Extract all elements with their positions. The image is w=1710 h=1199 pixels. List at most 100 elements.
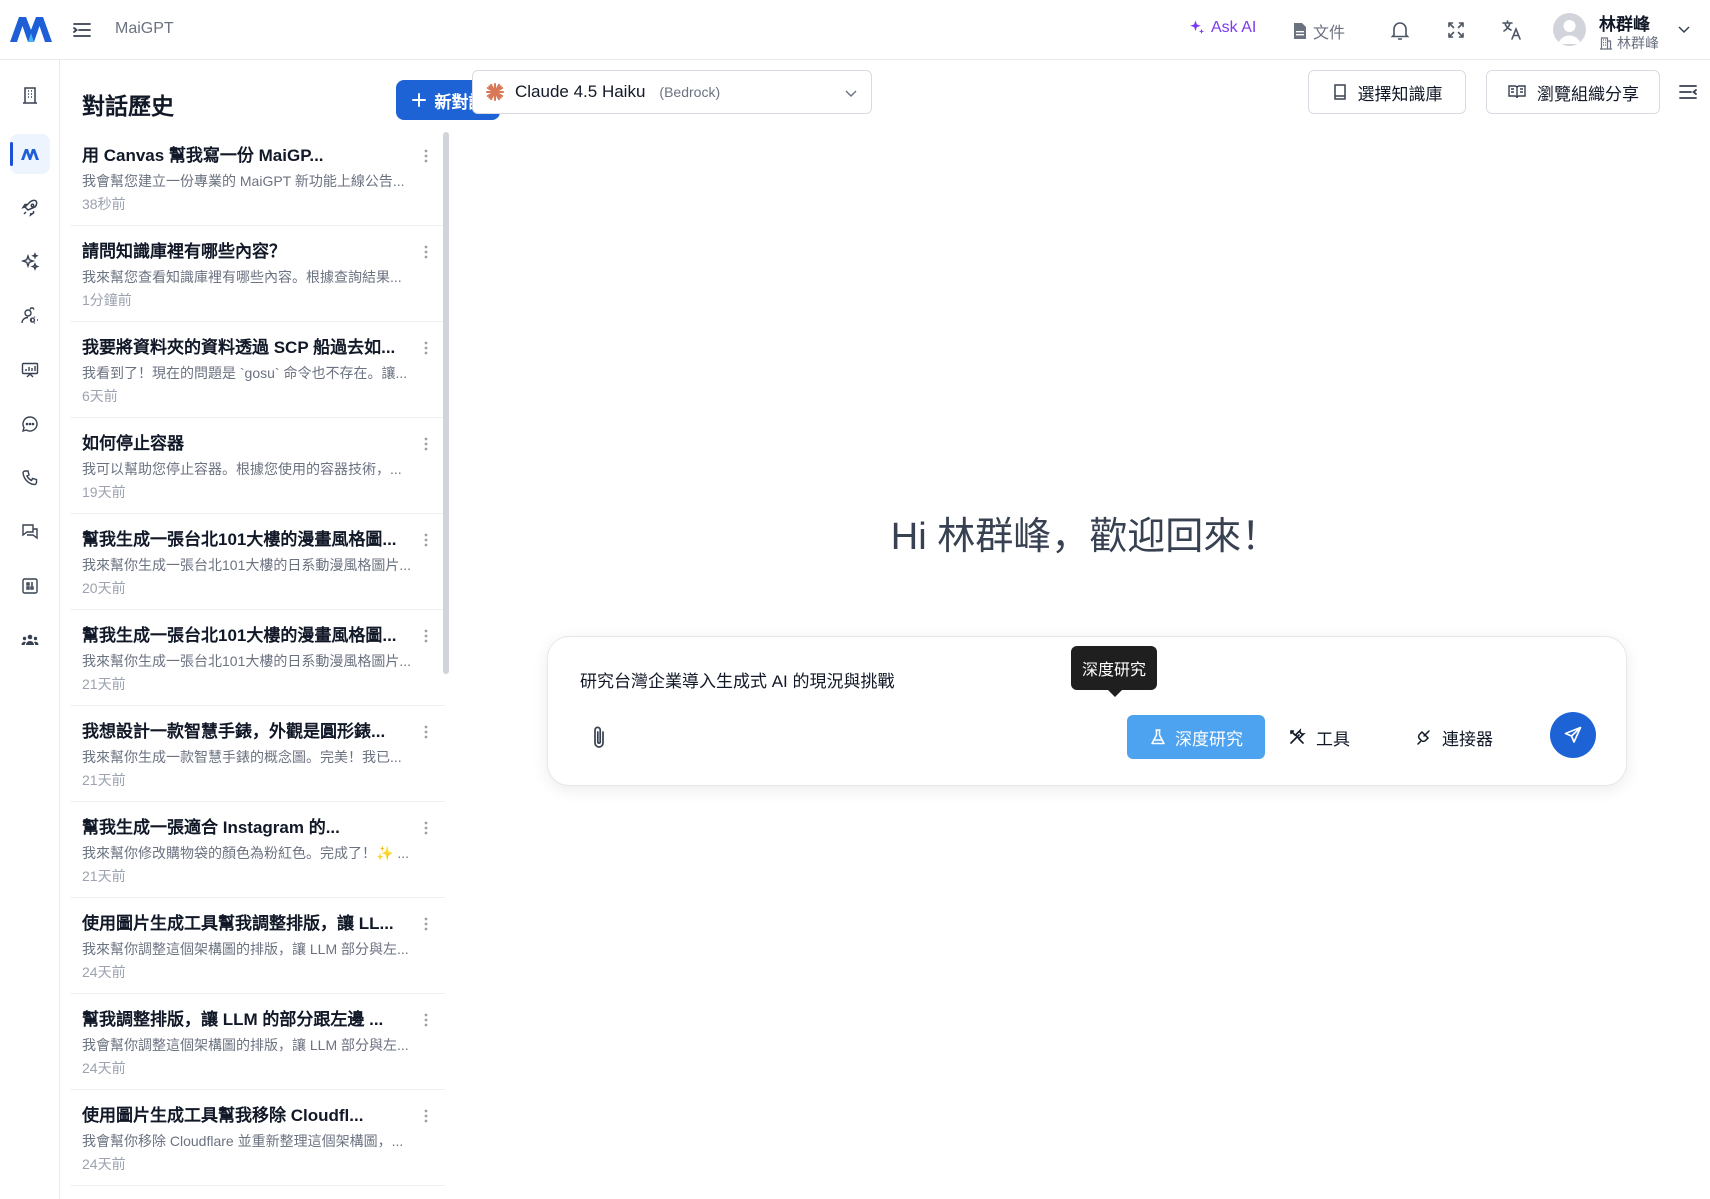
- top-bar: MaiGPT Ask AI 文件 林群峰 林群峰: [0, 0, 1710, 60]
- deep-research-button[interactable]: 深度研究: [1127, 715, 1265, 759]
- history-item[interactable]: 用 Canvas 幫我寫一份 MaiGP... 我會幫您建立一份專業的 MaiG…: [70, 130, 445, 226]
- phone-icon: [22, 470, 38, 486]
- history-item-title: 使用圖片生成工具幫我調整排版，讓 LL...: [82, 914, 394, 933]
- more-vertical-icon[interactable]: [419, 148, 433, 164]
- model-provider: (Bedrock): [659, 84, 721, 100]
- history-item-time: 19天前: [82, 484, 126, 500]
- paperclip-icon[interactable]: [588, 723, 610, 751]
- sparkle-icon: [1190, 20, 1205, 34]
- history-item[interactable]: 我想設計一款智慧手錶，外觀是圓形錶... 我來幫你生成一款智慧手錶的概念圖。完美…: [70, 706, 445, 802]
- history-item-title: 幫我調整排版，讓 LLM 的部分跟左邊 ...: [82, 1010, 384, 1029]
- sparkles-icon: [20, 252, 40, 271]
- document-icon: [1294, 23, 1306, 39]
- history-item[interactable]: 使用圖片生成工具幫我移除 Cloudfl... 我會幫你移除 Cloudflar…: [70, 1090, 445, 1186]
- history-item-time: 21天前: [82, 772, 126, 788]
- building-icon: [23, 87, 37, 104]
- history-item[interactable]: 我要將資料夾的資料透過 SCP 船過去如... 我看到了！現在的問題是 `gos…: [70, 322, 445, 418]
- connectors-button[interactable]: 連接器: [1414, 715, 1493, 759]
- rail-item-team[interactable]: [10, 620, 50, 660]
- plug-icon: [1417, 730, 1430, 745]
- docs-button[interactable]: 文件: [1292, 19, 1345, 43]
- flask-icon: [1151, 729, 1165, 745]
- rail-item-phone[interactable]: [10, 458, 50, 498]
- scrollbar-thumb[interactable]: [443, 132, 449, 674]
- rail-item-grid[interactable]: [10, 566, 50, 606]
- chevron-down-icon: [845, 90, 857, 97]
- fullscreen-icon[interactable]: [1444, 18, 1468, 42]
- presentation-icon: [21, 362, 39, 378]
- more-vertical-icon[interactable]: [419, 244, 433, 260]
- grid-icon: [22, 578, 38, 594]
- history-item-time: 38秒前: [82, 196, 126, 212]
- panel-toggle-icon[interactable]: [1676, 80, 1700, 104]
- app-name: MaiGPT: [115, 20, 174, 37]
- select-knowledge-base-button[interactable]: 選擇知識庫: [1308, 70, 1466, 114]
- rocket-icon: [21, 199, 38, 217]
- tools-label: 工具: [1316, 729, 1350, 749]
- avatar[interactable]: [1553, 13, 1586, 46]
- history-item-title: 幫我生成一張台北101大樓的漫畫風格圖...: [82, 530, 397, 549]
- history-item-snippet: 我來幫你修改購物袋的顏色為粉紅色。完成了！✨ ...: [82, 845, 409, 861]
- rail-item-rocket[interactable]: [10, 188, 50, 228]
- user-name[interactable]: 林群峰: [1599, 10, 1650, 35]
- more-vertical-icon[interactable]: [419, 532, 433, 548]
- history-item-time: 21天前: [82, 676, 126, 692]
- menu-toggle-icon[interactable]: [70, 18, 94, 42]
- team-icon: [21, 634, 39, 645]
- chevron-down-icon[interactable]: [1676, 21, 1692, 37]
- select-knowledge-base-label: 選擇知識庫: [1357, 84, 1443, 104]
- rail-item-settings-people[interactable]: [10, 296, 50, 336]
- rail-item-maigpt[interactable]: [10, 134, 50, 174]
- history-item-snippet: 我可以幫助您停止容器。根據您使用的容器技術，...: [82, 461, 402, 477]
- history-list: 用 Canvas 幫我寫一份 MaiGP... 我會幫您建立一份專業的 MaiG…: [70, 130, 445, 1186]
- bell-icon[interactable]: [1388, 18, 1412, 42]
- more-vertical-icon[interactable]: [419, 820, 433, 836]
- rail-item-building[interactable]: [10, 75, 50, 115]
- history-item-time: 20天前: [82, 580, 126, 596]
- chat-dual-icon: [22, 524, 38, 540]
- tools-button[interactable]: 工具: [1288, 715, 1350, 759]
- history-item-snippet: 我來幫您查看知識庫裡有哪些內容。根據查詢結果...: [82, 269, 402, 285]
- maigpt-logo-icon[interactable]: [8, 14, 54, 44]
- history-item-time: 6天前: [82, 388, 118, 404]
- history-item[interactable]: 請問知識庫裡有哪些內容？ 我來幫您查看知識庫裡有哪些內容。根據查詢結果... 1…: [70, 226, 445, 322]
- history-item[interactable]: 如何停止容器 我可以幫助您停止容器。根據您使用的容器技術，... 19天前: [70, 418, 445, 514]
- send-button[interactable]: [1550, 712, 1596, 758]
- more-vertical-icon[interactable]: [419, 436, 433, 452]
- deep-research-tooltip: 深度研究: [1071, 646, 1157, 697]
- history-item[interactable]: 幫我調整排版，讓 LLM 的部分跟左邊 ... 我會幫你調整這個架構圖的排版，讓…: [70, 994, 445, 1090]
- more-vertical-icon[interactable]: [419, 628, 433, 644]
- model-name: Claude 4.5 Haiku: [515, 82, 646, 101]
- history-item-title: 幫我生成一張台北101大樓的漫畫風格圖...: [82, 626, 397, 645]
- model-selector[interactable]: Claude 4.5 Haiku (Bedrock): [472, 70, 872, 114]
- history-item-time: 24天前: [82, 964, 126, 980]
- translate-icon[interactable]: [1500, 18, 1524, 42]
- more-vertical-icon[interactable]: [419, 1012, 433, 1028]
- history-item[interactable]: 幫我生成一張台北101大樓的漫畫風格圖... 我來幫你生成一張台北101大樓的日…: [70, 610, 445, 706]
- more-vertical-icon[interactable]: [419, 340, 433, 356]
- rail-item-presentation[interactable]: [10, 350, 50, 390]
- rail-item-sparkles[interactable]: [10, 242, 50, 282]
- history-title: 對話歷史: [82, 93, 174, 119]
- rail-item-chat[interactable]: [10, 404, 50, 444]
- settings-people-icon: [21, 307, 38, 324]
- history-item[interactable]: 使用圖片生成工具幫我調整排版，讓 LL... 我來幫你調整這個架構圖的排版，讓 …: [70, 898, 445, 994]
- browse-org-share-button[interactable]: 瀏覽組織分享: [1486, 70, 1660, 114]
- ask-ai-button[interactable]: Ask AI: [1188, 19, 1256, 37]
- history-item-snippet: 我看到了！現在的問題是 `gosu` 命令也不存在。讓...: [82, 365, 408, 381]
- rail-item-conversations[interactable]: [10, 512, 50, 552]
- open-book-icon: [1508, 85, 1526, 99]
- history-item-snippet: 我來幫你調整這個架構圖的排版，讓 LLM 部分與左...: [82, 941, 409, 957]
- more-vertical-icon[interactable]: [419, 916, 433, 932]
- history-item-snippet: 我會幫你調整這個架構圖的排版，讓 LLM 部分與左...: [82, 1037, 409, 1053]
- message-input[interactable]: [580, 669, 1280, 689]
- history-item-snippet: 我來幫你生成一張台北101大樓的日系動漫風格圖片...: [82, 653, 412, 669]
- tools-icon: [1290, 728, 1306, 744]
- history-item[interactable]: 幫我生成一張適合 Instagram 的... 我來幫你修改購物袋的顏色為粉紅色…: [70, 802, 445, 898]
- more-vertical-icon[interactable]: [419, 1108, 433, 1124]
- maigpt-logo-icon: [21, 149, 39, 160]
- history-item[interactable]: 幫我生成一張台北101大樓的漫畫風格圖... 我來幫你生成一張台北101大樓的日…: [70, 514, 445, 610]
- history-item-time: 21天前: [82, 868, 126, 884]
- history-scrollbar[interactable]: [443, 132, 449, 1192]
- more-vertical-icon[interactable]: [419, 724, 433, 740]
